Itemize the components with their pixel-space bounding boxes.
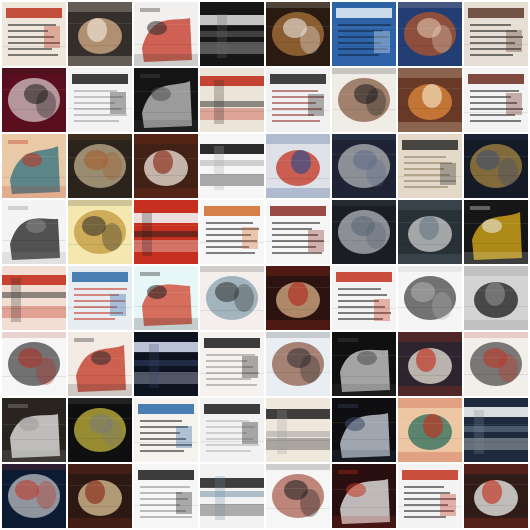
grid-thumbnail [200,398,264,462]
grid-thumbnail [200,68,264,132]
grid-thumbnail [266,2,330,66]
grid-thumbnail [2,266,66,330]
image-grid [0,0,530,530]
grid-thumbnail [134,398,198,462]
grid-thumbnail [134,68,198,132]
grid-thumbnail [134,200,198,264]
grid-thumbnail [398,398,462,462]
grid-thumbnail [464,464,528,528]
grid-thumbnail [464,68,528,132]
grid-thumbnail [68,332,132,396]
grid-thumbnail [200,200,264,264]
grid-thumbnail [332,398,396,462]
grid-thumbnail [398,266,462,330]
grid-thumbnail [2,134,66,198]
grid-thumbnail [464,2,528,66]
grid-thumbnail [2,2,66,66]
grid-thumbnail [68,134,132,198]
grid-thumbnail [266,266,330,330]
grid-thumbnail [2,200,66,264]
grid-thumbnail [134,332,198,396]
grid-thumbnail [2,68,66,132]
grid-thumbnail [332,68,396,132]
grid-thumbnail [332,266,396,330]
grid-thumbnail [134,134,198,198]
grid-thumbnail [266,134,330,198]
grid-thumbnail [464,134,528,198]
grid-thumbnail [332,134,396,198]
grid-thumbnail [266,398,330,462]
grid-thumbnail [200,134,264,198]
grid-thumbnail [68,398,132,462]
grid-thumbnail [398,134,462,198]
grid-thumbnail [266,464,330,528]
grid-thumbnail [68,2,132,66]
grid-thumbnail [68,200,132,264]
grid-thumbnail [266,332,330,396]
grid-thumbnail [332,2,396,66]
grid-thumbnail [134,464,198,528]
grid-thumbnail [398,332,462,396]
grid-thumbnail [2,398,66,462]
grid-thumbnail [332,200,396,264]
grid-thumbnail [266,200,330,264]
grid-thumbnail [464,266,528,330]
grid-thumbnail [398,464,462,528]
grid-thumbnail [68,68,132,132]
grid-thumbnail [464,398,528,462]
grid-thumbnail [332,464,396,528]
grid-thumbnail [200,266,264,330]
grid-thumbnail [464,200,528,264]
grid-thumbnail [2,332,66,396]
grid-thumbnail [398,200,462,264]
grid-thumbnail [200,2,264,66]
grid-thumbnail [134,2,198,66]
grid-thumbnail [398,2,462,66]
grid-thumbnail [68,266,132,330]
grid-thumbnail [68,464,132,528]
grid-thumbnail [134,266,198,330]
grid-thumbnail [464,332,528,396]
grid-thumbnail [200,464,264,528]
grid-thumbnail [200,332,264,396]
grid-thumbnail [398,68,462,132]
grid-thumbnail [332,332,396,396]
grid-thumbnail [266,68,330,132]
grid-thumbnail [2,464,66,528]
